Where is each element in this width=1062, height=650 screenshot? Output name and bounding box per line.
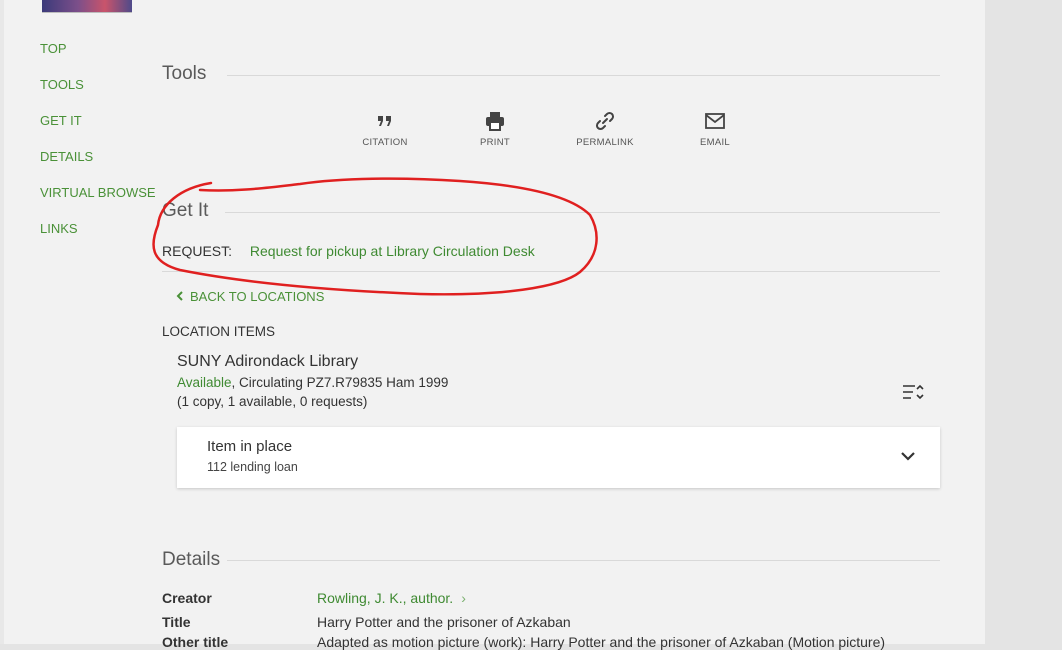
chevron-down-icon[interactable] [900,449,916,467]
detail-label: Other title [162,634,229,650]
book-cover-thumbnail[interactable] [42,0,132,13]
email-icon [670,110,760,132]
library-name: SUNY Adirondack Library [177,353,359,370]
nav-item-get-it[interactable]: GET IT [40,112,156,148]
filter-sort-icon[interactable] [900,380,926,409]
section-nav: TOP TOOLS GET IT DETAILS VIRTUAL BROWSE … [40,40,156,256]
copies-summary: (1 copy, 1 available, 0 requests) [177,394,368,409]
request-row: REQUEST: Request for pickup at Library C… [162,243,535,259]
tools-heading: Tools [162,63,207,84]
print-icon [450,110,540,132]
creator-link[interactable]: Rowling, J. K., author. › [317,590,466,606]
detail-row-title: Title Harry Potter and the prisoner of Az… [162,614,571,630]
availability-status: Available [177,375,232,390]
nav-item-links[interactable]: LINKS [40,220,156,256]
link-icon [560,110,650,132]
detail-row-creator: Creator Rowling, J. K., author. › [162,590,466,606]
nav-item-virtual-browse[interactable]: VIRTUAL BROWSE [40,184,156,220]
quote-icon [340,110,430,132]
get-it-divider [225,212,940,213]
detail-label: Creator [162,590,212,606]
left-edge [0,0,4,644]
permalink-label: PERMALINK [576,137,634,148]
email-label: EMAIL [699,137,730,148]
nav-item-details[interactable]: DETAILS [40,148,156,184]
citation-label: CITATION [362,137,408,148]
permalink-button[interactable]: PERMALINK [560,110,650,148]
item-policy: 112 lending loan [207,460,298,474]
call-number: , Circulating PZ7.R79835 Ham 1999 [231,375,449,390]
citation-button[interactable]: CITATION [340,110,430,148]
print-label: PRINT [480,137,510,148]
nav-item-tools[interactable]: TOOLS [40,76,156,112]
email-button[interactable]: EMAIL [670,110,760,148]
request-label: REQUEST: [162,243,233,259]
get-it-heading: Get It [162,200,209,221]
back-label: BACK TO LOCATIONS [190,289,325,304]
tools-divider [227,75,940,76]
details-divider [227,560,940,561]
back-to-locations-button[interactable]: BACK TO LOCATIONS [176,289,324,304]
detail-value: Harry Potter and the prisoner of Azkaban [317,614,571,630]
location-items-label: LOCATION ITEMS [162,324,276,339]
details-heading: Details [162,549,221,570]
detail-value: Adapted as motion picture (work): Harry … [317,634,886,650]
chevron-right-icon: › [461,590,466,606]
item-status: Item in place [207,438,293,455]
item-card[interactable]: Item in place 112 lending loan [177,427,940,488]
detail-label: Title [162,614,191,630]
request-pickup-link[interactable]: Request for pickup at Library Circulatio… [250,243,535,259]
print-button[interactable]: PRINT [450,110,540,148]
availability-line: Available, Circulating PZ7.R79835 Ham 19… [177,375,448,390]
nav-item-top[interactable]: TOP [40,40,156,76]
detail-row-other-title: Other title Adapted as motion picture (wo… [162,634,885,650]
chevron-left-icon [176,289,184,304]
request-divider [162,271,940,272]
